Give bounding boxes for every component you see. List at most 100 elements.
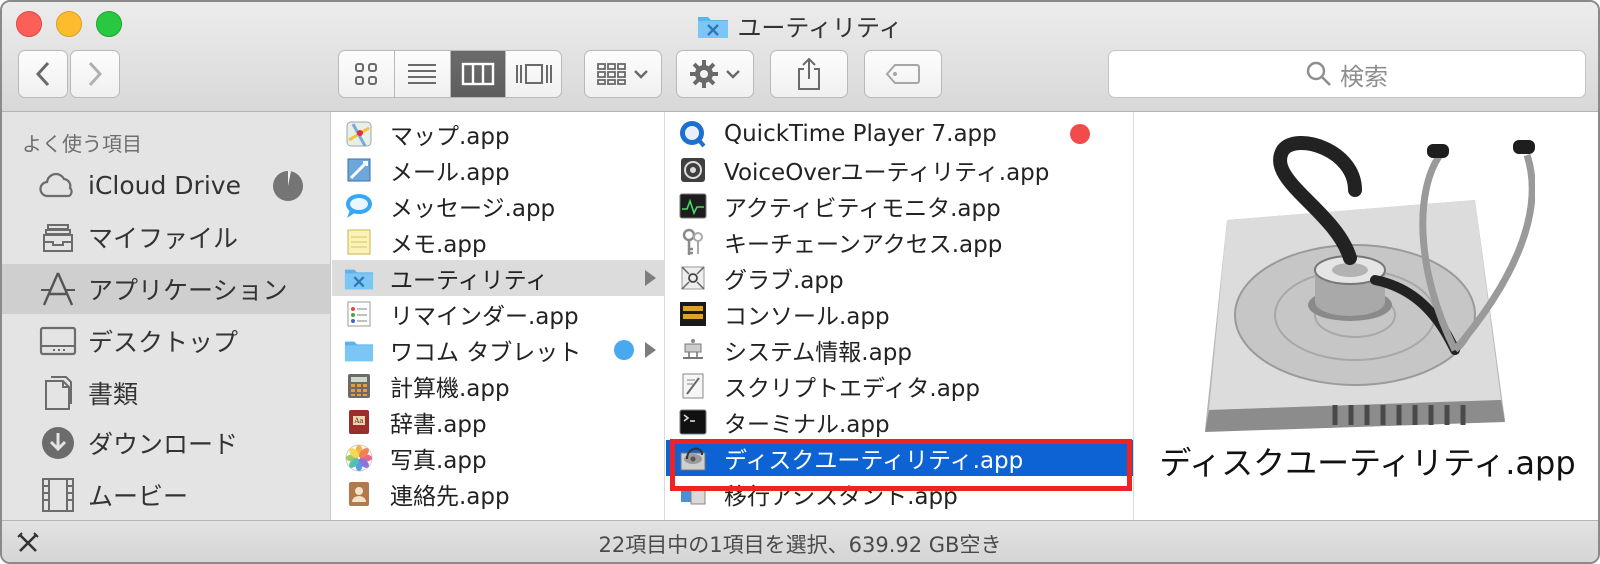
calculator-app-icon bbox=[344, 371, 374, 401]
item-label: ワコム タブレット bbox=[390, 340, 582, 366]
chevron-down-icon bbox=[726, 70, 740, 79]
item-label: グラブ.app bbox=[724, 268, 844, 294]
share-icon bbox=[798, 57, 820, 90]
migration-assistant-app-icon bbox=[678, 479, 708, 509]
toolbox-icon bbox=[17, 532, 39, 552]
sidebar-item-label: iCloud Drive bbox=[88, 170, 241, 200]
list-item[interactable]: グラブ.app bbox=[666, 260, 1133, 296]
list-item[interactable]: 計算機.app bbox=[332, 368, 664, 404]
voiceover-app-icon bbox=[678, 155, 708, 185]
downloads-icon bbox=[38, 425, 78, 461]
list-item[interactable]: キーチェーンアクセス.app bbox=[666, 224, 1133, 260]
status-bar: 22項目中の1項目を選択、639.92 GB空き bbox=[2, 520, 1598, 562]
list-item[interactable]: メモ.app bbox=[332, 224, 664, 260]
tag-icon bbox=[885, 64, 920, 84]
finder-window: ユーティリティ 検索 よく使う項目 iCloud Drive マイファイル アプ… bbox=[0, 0, 1600, 564]
list-item[interactable]: リマインダー.app bbox=[332, 296, 664, 332]
item-label: ターミナル.app bbox=[724, 412, 890, 438]
maps-app-icon bbox=[344, 119, 374, 149]
item-label: ユーティリティ bbox=[390, 268, 549, 294]
list-item[interactable]: コンソール.app bbox=[666, 296, 1133, 332]
action-button[interactable] bbox=[676, 50, 754, 98]
sidebar-item-applications[interactable]: アプリケーション bbox=[2, 264, 330, 314]
sidebar-item-all-my-files[interactable]: マイファイル bbox=[2, 212, 330, 262]
cover-flow-icon bbox=[515, 64, 552, 84]
sidebar-item-documents[interactable]: 書類 bbox=[2, 368, 330, 418]
dictionary-app-icon: Aa bbox=[344, 407, 374, 437]
grab-app-icon bbox=[678, 263, 708, 293]
reminders-app-icon bbox=[344, 299, 374, 329]
list-item[interactable]: 写真.app bbox=[332, 440, 664, 476]
sidebar-item-downloads[interactable]: ダウンロード bbox=[2, 418, 330, 468]
item-label: キーチェーンアクセス.app bbox=[724, 232, 1003, 258]
sidebar-item-icloud-drive[interactable]: iCloud Drive bbox=[2, 160, 330, 210]
cloud-icon bbox=[38, 167, 78, 203]
list-item[interactable]: アクティビティモニタ.app bbox=[666, 188, 1133, 224]
column-view-button[interactable] bbox=[450, 51, 507, 97]
chevron-right-icon bbox=[88, 61, 103, 87]
list-item[interactable]: VoiceOverユーティリティ.app bbox=[666, 152, 1133, 188]
sidebar-item-label: アプリケーション bbox=[88, 276, 288, 305]
sidebar-item-label: ダウンロード bbox=[88, 430, 239, 459]
item-label: 連絡先.app bbox=[390, 484, 510, 510]
disk-utility-app-icon bbox=[678, 443, 708, 473]
notes-app-icon bbox=[344, 227, 374, 257]
item-label: 計算機.app bbox=[390, 376, 510, 402]
list-item[interactable]: メール.app bbox=[332, 152, 664, 188]
all-my-files-icon bbox=[38, 219, 78, 255]
search-field[interactable]: 検索 bbox=[1108, 50, 1586, 98]
disclosure-arrow-icon bbox=[645, 270, 656, 286]
arrange-grid-icon bbox=[597, 63, 626, 85]
item-label: 移行アシスタント.app bbox=[724, 484, 958, 510]
list-item[interactable]: 連絡先.app bbox=[332, 476, 664, 512]
sidebar-item-desktop[interactable]: デスクトップ bbox=[2, 316, 330, 366]
list-item[interactable]: メッセージ.app bbox=[332, 188, 664, 224]
item-label: コンソール.app bbox=[724, 304, 890, 330]
arrange-button[interactable] bbox=[584, 50, 662, 98]
list-item-wacom-folder[interactable]: ワコム タブレット bbox=[332, 332, 664, 368]
grid-icon bbox=[355, 63, 378, 85]
script-editor-app-icon bbox=[678, 371, 708, 401]
list-view-button[interactable] bbox=[395, 51, 451, 97]
columns-icon bbox=[461, 62, 495, 86]
progress-pie-icon bbox=[273, 171, 303, 201]
list-item[interactable]: Aa 辞書.app bbox=[332, 404, 664, 440]
item-label: リマインダー.app bbox=[390, 304, 579, 330]
item-label: QuickTime Player 7.app bbox=[724, 121, 997, 147]
item-label: VoiceOverユーティリティ.app bbox=[724, 160, 1050, 186]
sidebar-heading-favorites: よく使う項目 bbox=[22, 132, 142, 156]
red-tag-dot bbox=[1070, 124, 1090, 144]
chevron-left-icon bbox=[35, 61, 50, 87]
list-icon bbox=[408, 64, 437, 84]
back-button[interactable] bbox=[18, 50, 68, 98]
list-item[interactable]: QuickTime Player 7.app bbox=[666, 116, 1133, 152]
photos-app-icon bbox=[344, 443, 374, 473]
share-button[interactable] bbox=[770, 50, 848, 98]
tags-button[interactable] bbox=[864, 50, 942, 98]
icon-view-button[interactable] bbox=[339, 51, 395, 97]
cover-flow-button[interactable] bbox=[506, 51, 561, 97]
mail-app-icon bbox=[344, 155, 374, 185]
disclosure-arrow-icon bbox=[645, 342, 656, 358]
forward-button[interactable] bbox=[70, 50, 120, 98]
sidebar: よく使う項目 iCloud Drive マイファイル アプリケーション デスクト… bbox=[2, 112, 331, 520]
terminal-app-icon bbox=[678, 407, 708, 437]
list-item[interactable]: マップ.app bbox=[332, 116, 664, 152]
item-label: 辞書.app bbox=[390, 412, 487, 438]
item-label: メモ.app bbox=[390, 232, 487, 258]
sidebar-item-movies[interactable]: ムービー bbox=[2, 470, 330, 520]
list-item[interactable]: スクリプトエディタ.app bbox=[666, 368, 1133, 404]
list-item-disk-utility-selected[interactable]: ディスクユーティリティ.app bbox=[666, 440, 1133, 476]
utilities-column: QuickTime Player 7.app VoiceOverユーティリティ.… bbox=[666, 112, 1134, 520]
svg-text:Aa: Aa bbox=[353, 417, 363, 425]
sidebar-item-label: ムービー bbox=[88, 482, 189, 511]
item-label: システム情報.app bbox=[724, 340, 912, 366]
item-label: メール.app bbox=[390, 160, 510, 186]
list-item[interactable]: 移行アシスタント.app bbox=[666, 476, 1133, 512]
messages-app-icon bbox=[344, 191, 374, 221]
console-app-icon bbox=[678, 299, 708, 329]
list-item[interactable]: システム情報.app bbox=[666, 332, 1133, 368]
list-item[interactable]: ターミナル.app bbox=[666, 404, 1133, 440]
list-item-utilities-folder[interactable]: ユーティリティ bbox=[332, 260, 664, 296]
documents-icon bbox=[38, 375, 78, 411]
